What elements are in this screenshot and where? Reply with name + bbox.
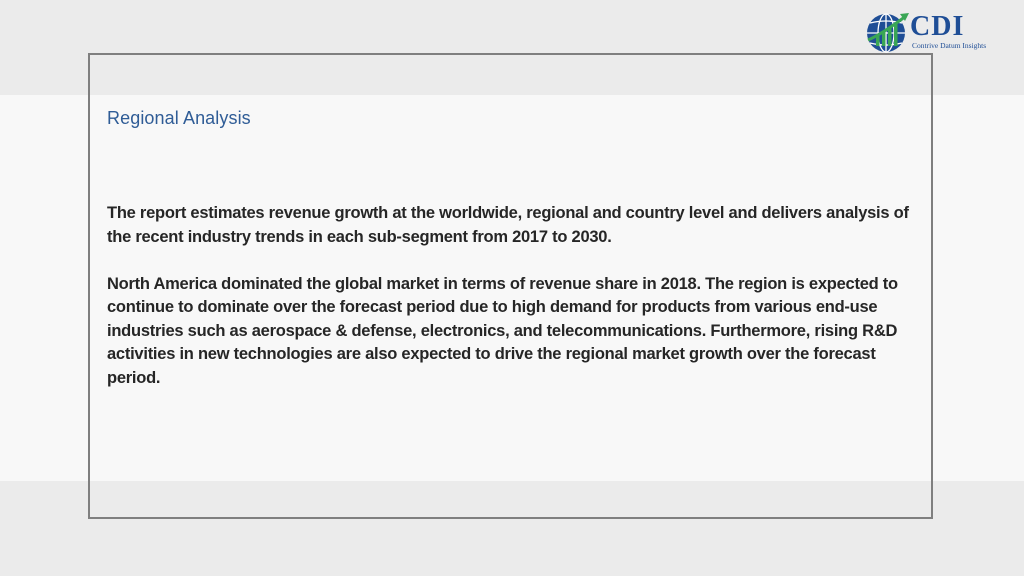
paragraph-revenue-growth: The report estimates revenue growth at t… — [107, 204, 909, 246]
cdi-logo: CDI Contrive Datum Insights — [864, 10, 1014, 56]
globe-chart-icon — [867, 13, 909, 53]
slide-heading: Regional Analysis — [107, 108, 251, 128]
slide-body: The report estimates revenue growth at t… — [107, 202, 927, 414]
paragraph-north-america: North America dominated the global marke… — [107, 274, 898, 387]
logo-letters: CDI — [910, 11, 965, 42]
logo-tagline: Contrive Datum Insights — [912, 41, 987, 50]
